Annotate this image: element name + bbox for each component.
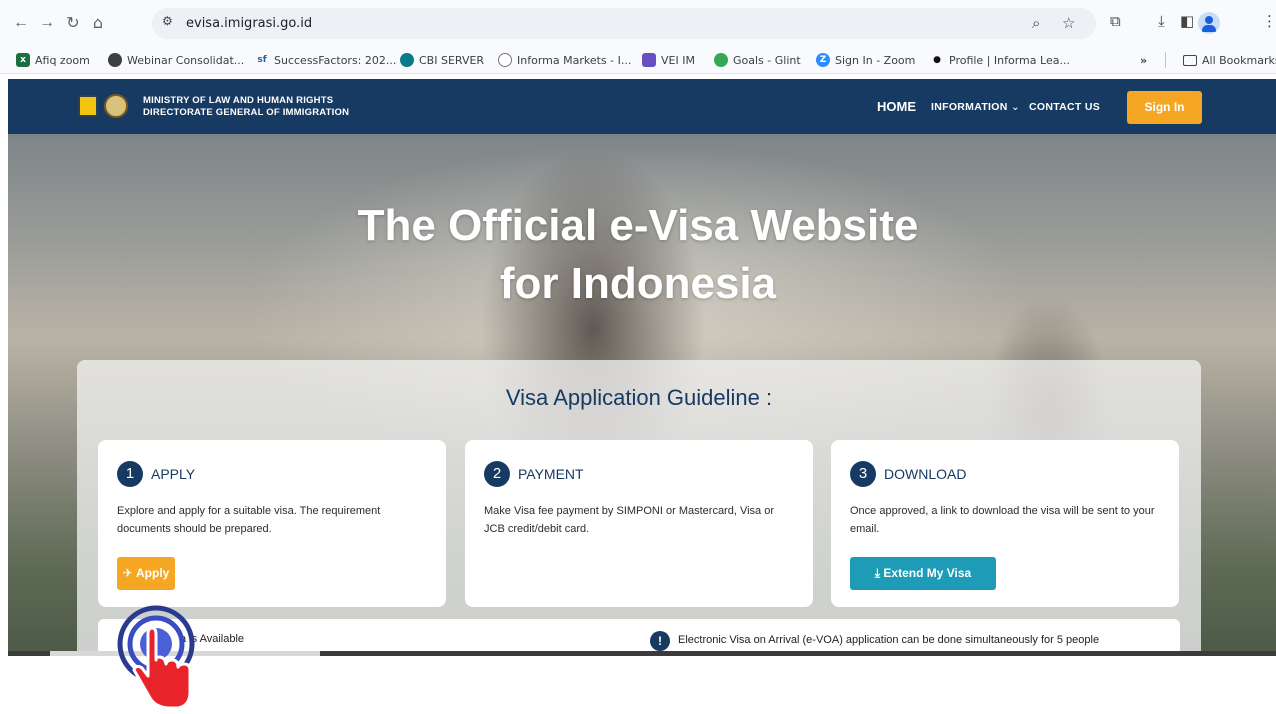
ministry-logo-icon[interactable] [78,95,98,117]
all-bookmarks-button[interactable]: All Bookmarks [1183,52,1276,68]
server-icon [400,53,414,67]
step-title: DOWNLOAD [884,466,967,482]
ministry-name: MINISTRY OF LAW AND HUMAN RIGHTS DIRECTO… [143,95,350,118]
browser-toolbar: ← → ↻ ⌂ ⚙ evisa.imigrasi.go.id ⌕ ☆ ⧉ ⤓ ◧… [0,0,1276,46]
site-header: MINISTRY OF LAW AND HUMAN RIGHTS DIRECTO… [8,79,1276,134]
profile-bookmark-icon: ● [930,53,944,67]
bookmark-item[interactable]: Goals - Glint [714,52,801,68]
web-page: MINISTRY OF LAW AND HUMAN RIGHTS DIRECTO… [8,79,1276,655]
bookmarks-divider [1165,52,1166,68]
bookmark-item[interactable]: CBI SERVER [400,52,484,68]
bookmark-item[interactable]: Z Sign In - Zoom [816,52,915,68]
bookmarks-overflow-button[interactable]: » [1140,52,1147,68]
glint-icon [714,53,728,67]
step-card-apply: 1 APPLY Explore and apply for a suitable… [98,440,446,607]
nav-information-dropdown[interactable]: INFORMATION ⌄ [931,101,1020,113]
download-icon[interactable]: ⤓ [1158,12,1165,30]
info-alert-icon: ! [650,631,670,651]
back-arrow-icon[interactable]: ← [10,12,32,34]
hero-title: The Official e-Visa Website for Indonesi… [357,201,919,308]
chevron-down-icon: ⌄ [1007,101,1020,113]
step-number: 2 [484,461,510,487]
step-description: Once approved, a link to download the vi… [850,505,1155,535]
bookmark-item[interactable]: Webinar Consolidat... [108,52,244,68]
apply-button[interactable]: ✈ Apply [117,557,175,590]
step-card-download: 3 DOWNLOAD Once approved, a link to down… [831,440,1179,607]
address-bar[interactable]: ⚙ evisa.imigrasi.go.id ⌕ ☆ [152,8,1096,39]
home-icon[interactable]: ⌂ [87,12,109,34]
side-panel-icon[interactable]: ◧ [1180,12,1194,30]
bookmark-item[interactable]: Informa Markets - I... [498,52,631,68]
tap-gesture-icon [117,605,195,710]
site-info-icon[interactable]: ⚙ [162,14,173,28]
bookmark-item[interactable]: ● Profile | Informa Lea... [930,52,1070,68]
menu-kebab-icon[interactable]: ⋮ [1262,12,1276,30]
immigration-emblem-icon[interactable] [104,94,128,118]
forward-arrow-icon[interactable]: → [36,12,58,34]
step-number: 1 [117,461,143,487]
vei-icon [642,53,656,67]
extend-visa-button[interactable]: ⤓ Extend My Visa [850,557,996,590]
excel-icon: x [16,53,30,67]
folder-icon [1183,54,1197,66]
bookmark-item[interactable]: VEI IM [642,52,695,68]
nav-contact-link[interactable]: CONTACT US [1029,101,1100,113]
step-title: PAYMENT [518,466,584,482]
step-card-payment: 2 PAYMENT Make Visa fee payment by SIMPO… [465,440,813,607]
globe-icon [108,53,122,67]
informa-icon [498,53,512,67]
profile-avatar-icon[interactable] [1198,12,1220,34]
bookmark-item[interactable]: x Afiq zoom [16,52,90,68]
bookmarks-bar: x Afiq zoom Webinar Consolidat... sf Succe… [0,46,1276,74]
guideline-title: Visa Application Guideline : [505,385,773,410]
send-icon: ✈ [122,566,137,580]
zoom-app-icon: Z [816,53,830,67]
url-text: evisa.imigrasi.go.id [186,16,313,31]
step-title: APPLY [151,466,196,482]
step-description: Explore and apply for a suitable visa. T… [117,505,381,535]
notice-bar: a is Available ! Electronic Visa on Arri… [98,619,1180,655]
nav-home-link[interactable]: HOME [877,99,916,114]
bookmark-star-icon[interactable]: ☆ [1062,14,1075,32]
bookmark-item[interactable]: sf SuccessFactors: 202... [255,52,396,68]
reload-icon[interactable]: ↻ [62,12,84,34]
zoom-icon[interactable]: ⌕ [1032,14,1040,32]
extensions-icon[interactable]: ⧉ [1110,12,1121,30]
successfactors-icon: sf [255,53,269,67]
step-number: 3 [850,461,876,487]
sign-in-button[interactable]: Sign In [1127,91,1202,124]
step-description: Make Visa fee payment by SIMPONI or Mast… [484,505,774,535]
notice-text-right[interactable]: Electronic Visa on Arrival (e-VOA) appli… [678,634,1099,646]
